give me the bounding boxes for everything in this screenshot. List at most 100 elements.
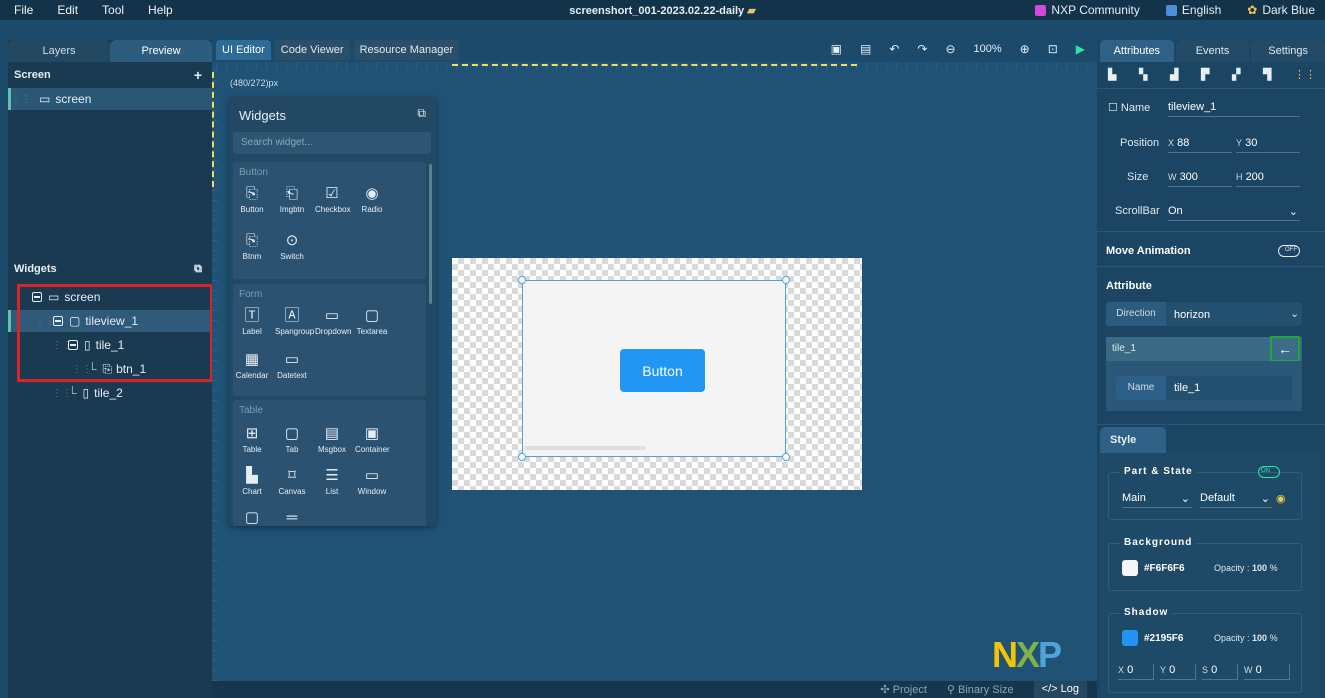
shadow-x-input[interactable]: X 0 [1118,664,1154,680]
menu-help[interactable]: Help [148,3,173,17]
part-select[interactable]: Main ⌄ [1122,492,1192,508]
tab-resource-manager[interactable]: Resource Manager [353,40,460,60]
palette-scrollbar[interactable] [429,164,432,304]
grid-icon[interactable]: ⋮⋮ [1294,68,1316,81]
widget-textarea[interactable]: ▢ Textarea [355,306,389,336]
widget-button[interactable]: ⎘ Button [235,184,269,214]
state-select[interactable]: Default ⌄ [1200,492,1272,508]
tab-layers[interactable]: Layers [8,40,110,62]
chevron-down-icon: ⌄ [1180,493,1190,505]
widget-window[interactable]: ▭ Window [355,466,389,496]
drag-handle-icon[interactable]: ⋮⋮ [52,388,72,399]
widget-datetext[interactable]: ▭ Datetext [275,350,309,380]
widget-btnm[interactable]: ⎘ Btnm [235,231,269,261]
widget-radio[interactable]: ◉ Radio [355,184,389,214]
widget-search-input[interactable]: Search widget... [233,132,431,154]
align-right-icon[interactable]: ▟ [1170,68,1178,81]
direction-value: horizon [1174,309,1211,321]
shadow-y-input[interactable]: Y 0 [1160,664,1196,680]
project-tab[interactable]: ✣ Project [880,683,927,696]
align-center-h-icon[interactable]: ▚ [1139,68,1147,81]
divider [1097,88,1325,89]
widget-group-table: Table ⊞ Table ▢ Tab ▤ Msgbox ▣ Container ▙ Ch… [233,400,426,526]
align-middle-icon[interactable]: ▞ [1232,68,1240,81]
widget-more[interactable]: ▢ [235,508,269,526]
tab-ui-editor[interactable]: UI Editor [216,40,271,60]
shadow-opacity[interactable]: Opacity : 100 % [1214,633,1278,643]
widget-table[interactable]: ⊞ Table [235,424,269,454]
resize-handle[interactable] [518,276,526,284]
bring-front-icon[interactable]: ▣ [831,42,842,56]
tree-item-tile-2[interactable]: ⋮⋮ └ ▯ tile_2 [8,382,212,404]
tab-preview[interactable]: Preview [110,40,212,62]
resize-handle[interactable] [518,453,526,461]
tab-attributes[interactable]: Attributes [1100,40,1174,62]
imgbtn-icon: ⎗ [285,185,298,202]
widget-calendar[interactable]: ▦ Calendar [235,350,269,380]
move-animation-toggle[interactable]: OFF [1278,245,1300,257]
zoom-in-icon[interactable]: ⊕ [1020,42,1030,56]
log-tab[interactable]: </> Log [1033,681,1087,698]
community-link[interactable]: NXP Community [1035,3,1140,17]
align-bottom-icon[interactable]: ▜ [1263,68,1271,81]
tab-events[interactable]: Events [1175,40,1250,62]
zoom-out-icon[interactable]: ⊖ [945,42,955,56]
position-y-input[interactable]: Y 30 [1236,137,1300,153]
scrollbar-select[interactable]: On ⌄ [1168,205,1300,221]
undo-icon[interactable]: ↶ [889,42,899,56]
background-swatch[interactable] [1122,560,1138,576]
widget-dropdown[interactable]: ▭ Dropdown [315,306,351,336]
menu-edit[interactable]: Edit [57,3,78,17]
align-top-icon[interactable]: ▛ [1201,68,1209,81]
fit-screen-icon[interactable]: ⊡ [1048,42,1058,56]
widget-more-2[interactable]: ═ [275,508,309,526]
widget-list[interactable]: ☰ List [315,466,349,496]
canvas-button-widget[interactable]: Button [620,349,705,392]
background-opacity[interactable]: Opacity : 100 % [1214,563,1278,573]
size-h-input[interactable]: H 200 [1236,171,1300,187]
menu-file[interactable]: File [14,3,33,17]
widget-imgbtn[interactable]: ⎗ Imgbtn [275,184,309,214]
part-state-toggle[interactable]: ON [1258,466,1280,478]
widget-msgbox[interactable]: ▤ Msgbox [315,424,349,454]
widget-label[interactable]: 🅃 Label [235,306,269,336]
play-icon[interactable]: ▶ [1076,42,1085,56]
back-arrow-button[interactable]: ← [1270,336,1300,362]
align-left-icon[interactable]: ▙ [1108,68,1116,81]
theme-select[interactable]: ✿ Dark Blue [1247,3,1315,17]
tab-style[interactable]: Style [1100,427,1166,453]
redo-icon[interactable]: ↷ [917,42,927,56]
widget-spangroup[interactable]: 🄰 Spangroup [275,306,314,336]
menu-tool[interactable]: Tool [102,3,124,17]
widget-canvas[interactable]: ⌑ Canvas [275,466,309,496]
widget-checkbox[interactable]: ☑ Checkbox [315,184,351,214]
position-label: Position [1120,137,1160,149]
shadow-swatch[interactable] [1122,630,1138,646]
tab-code-viewer[interactable]: Code Viewer [274,40,350,60]
send-back-icon[interactable]: ▤ [860,42,871,56]
widget-chart[interactable]: ▙ Chart [235,466,269,496]
widget-switch[interactable]: ⊙ Switch [275,231,309,261]
widget-tab[interactable]: ▢ Tab [275,424,309,454]
language-select[interactable]: English [1165,3,1221,17]
nxp-logo: NXP [992,634,1062,675]
resize-handle[interactable] [782,276,790,284]
editor-tabs: UI Editor Code Viewer Resource Manager [216,40,460,62]
name-input[interactable]: tileview_1 [1168,101,1300,117]
screen-list-item[interactable]: ⋮⋮ ▭ screen [8,88,212,110]
popout-icon[interactable]: ⧉ [417,106,426,121]
widget-container[interactable]: ▣ Container [355,424,390,454]
eye-icon[interactable]: ◉ [1276,492,1286,505]
resize-handle[interactable] [782,453,790,461]
popout-icon[interactable]: ⧉ [194,263,202,276]
tab-settings[interactable]: Settings [1251,40,1325,62]
size-w-input[interactable]: W 300 [1168,171,1232,187]
position-x-input[interactable]: X 88 [1168,137,1232,153]
shadow-s-input[interactable]: S 0 [1202,664,1238,680]
binary-size-tab[interactable]: ⚲ Binary Size [947,683,1014,696]
tileview-scrollbar [524,446,646,450]
drag-handle-icon[interactable]: ⋮⋮ [11,94,31,105]
add-screen-button[interactable]: + [194,67,202,83]
zoom-level: 100% [973,43,1002,55]
shadow-w-input[interactable]: W 0 [1244,664,1290,680]
